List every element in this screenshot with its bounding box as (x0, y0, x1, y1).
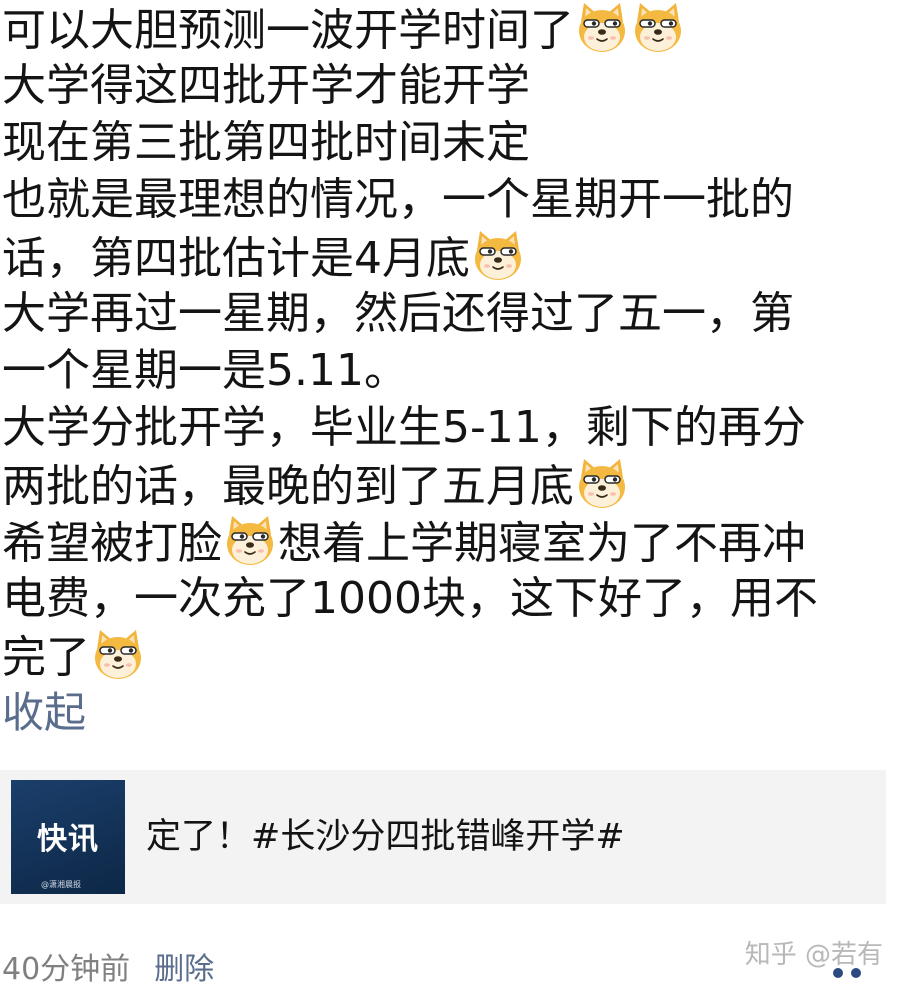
post-line: 两批的话，最晚的到了五月底 (0, 456, 900, 513)
doge-emoji-icon (91, 627, 145, 681)
post-text: 想着上学期寝室为了不再冲 (278, 518, 806, 569)
doge-emoji-icon (575, 456, 629, 510)
repost-thumbnail: 快讯 @潇湘晨报 (11, 780, 125, 894)
post-timestamp: 40分钟前 (2, 952, 131, 987)
post-text: 大学再过一星期，然后还得过了五一，第 (2, 288, 794, 339)
post-line: 大学得这四批开学才能开学 (0, 57, 900, 114)
post-line: 大学分批开学，毕业生5-11，剩下的再分 (0, 399, 900, 456)
post-line: 一个星期一是5.11。 (0, 342, 900, 399)
post-text: 也就是最理想的情况，一个星期开一批的 (2, 174, 794, 225)
post-line: 现在第三批第四批时间未定 (0, 114, 900, 171)
post-text: 一个星期一是5.11。 (2, 345, 408, 396)
post-text: 现在第三批第四批时间未定 (2, 117, 530, 168)
repost-thumbnail-source: @潇湘晨报 (41, 880, 81, 889)
repost-text: 定了！#长沙分四批错峰开学# (146, 817, 625, 857)
post-text: 两批的话，最晚的到了五月底 (2, 461, 574, 512)
post-line: 也就是最理想的情况，一个星期开一批的 (0, 171, 900, 228)
post-line: 大学再过一星期，然后还得过了五一，第 (0, 285, 900, 342)
dot-icon (851, 968, 861, 978)
collapse-link[interactable]: 收起 (2, 686, 86, 740)
post-text: 完了 (2, 632, 90, 683)
post-text: 电费，一次充了1000块，这下好了，用不 (2, 573, 818, 624)
post-line: 希望被打脸 想着上学期寝室为了不再冲 (0, 513, 900, 570)
delete-button[interactable]: 删除 (154, 952, 214, 987)
post-text: 可以大胆预测一波开学时间了 (2, 5, 574, 56)
post-text: 话，第四批估计是4月底 (2, 233, 470, 284)
post-line: 电费，一次充了1000块，这下好了，用不 (0, 570, 900, 627)
doge-emoji-icon (471, 228, 525, 282)
repost-thumbnail-title: 快讯 (37, 822, 99, 857)
post-text: 希望被打脸 (2, 518, 222, 569)
repost-card[interactable]: 快讯 @潇湘晨报 定了！#长沙分四批错峰开学# (0, 770, 886, 904)
post-line: 话，第四批估计是4月底 (0, 228, 900, 285)
post-body: 可以大胆预测一波开学时间了 大学得这四批开学才能开学 现在第三批第四批时间未定 … (0, 0, 900, 684)
post-text: 大学得这四批开学才能开学 (2, 60, 530, 111)
post-text: 大学分批开学，毕业生5-11，剩下的再分 (2, 402, 806, 453)
dot-icon (833, 968, 843, 978)
post-line: 完了 (0, 627, 900, 684)
more-options-icon[interactable] (833, 968, 861, 978)
doge-emoji-icon (631, 0, 685, 54)
doge-emoji-icon (223, 513, 277, 567)
post-line: 可以大胆预测一波开学时间了 (0, 0, 900, 57)
post-meta: 40分钟前 删除 (2, 950, 214, 990)
doge-emoji-icon (575, 0, 629, 54)
watermark: 知乎 @若有 (744, 940, 883, 970)
